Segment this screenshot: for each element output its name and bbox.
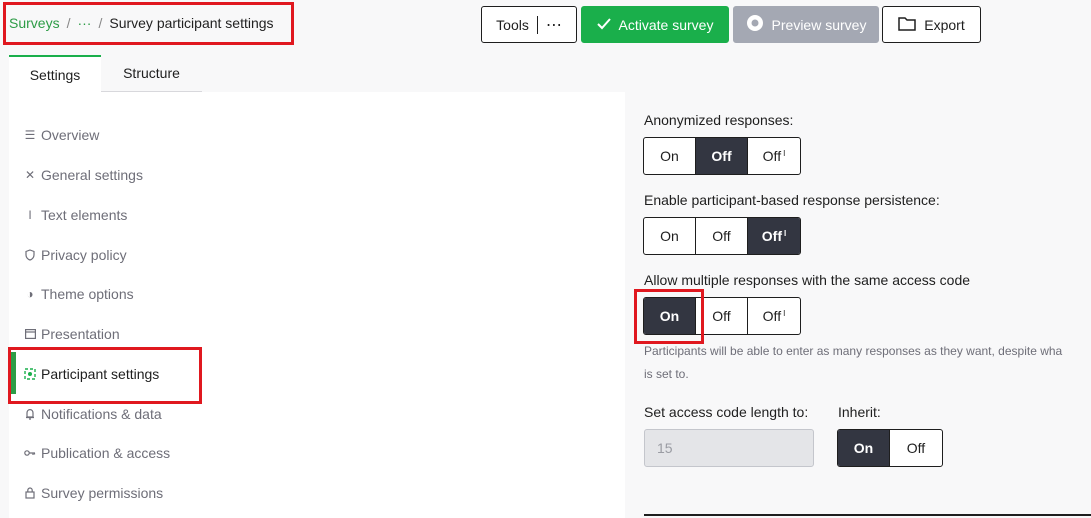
anonymized-responses-toggle: On Off Off I (643, 137, 801, 175)
shield-icon (24, 249, 36, 261)
sidebar-item-label: Text elements (41, 207, 128, 223)
tab-structure-label: Structure (123, 65, 180, 81)
overview-icon: ☰ (24, 128, 36, 142)
bell-icon (24, 408, 36, 420)
inherit-label: Inherit: (838, 404, 881, 420)
section-divider (644, 514, 1091, 516)
highlight-box-breadcrumb (3, 2, 294, 45)
sidebar-item-theme-options[interactable]: ◑ Theme options (24, 286, 134, 302)
inherit-marker: I (783, 228, 787, 238)
eye-icon (746, 14, 764, 35)
access-code-length-input[interactable]: 15 (644, 429, 814, 467)
sidebar-item-general-settings[interactable]: ✕ General settings (24, 167, 143, 183)
sidebar-item-label: Publication & access (41, 445, 171, 461)
multiple-responses-hint-continued: is set to. (644, 367, 689, 381)
sidebar-item-label: General settings (41, 167, 143, 183)
tools-divider (536, 15, 538, 34)
tab-structure[interactable]: Structure (101, 55, 202, 93)
sidebar-item-label: Notifications & data (41, 406, 162, 422)
tools-icon: ✕ (24, 168, 36, 182)
text-icon: I (28, 208, 32, 222)
highlight-box-participant-settings (8, 347, 202, 404)
response-persistence-toggle: On Off Off I (643, 217, 801, 255)
sidebar-item-text-elements[interactable]: I Text elements (24, 207, 127, 223)
key-icon (24, 449, 36, 457)
access-code-length-label: Set access code length to: (644, 404, 809, 420)
multiple-responses-hint: Participants will be able to enter as ma… (644, 344, 1063, 358)
inherit-marker: I (783, 308, 786, 318)
inherit-on-option[interactable]: On (838, 430, 890, 466)
sidebar-item-presentation[interactable]: Presentation (24, 326, 120, 342)
sidebar-item-publication-access[interactable]: Publication & access (24, 445, 170, 461)
sidebar-item-privacy-policy[interactable]: Privacy policy (24, 247, 127, 263)
sidebar-item-notifications-data[interactable]: Notifications & data (24, 406, 162, 422)
tab-settings[interactable]: Settings (9, 55, 101, 93)
highlight-box-multiple-on (634, 289, 704, 344)
anonymized-off-option[interactable]: Off (696, 138, 748, 174)
persistence-off-option[interactable]: Off (696, 218, 748, 254)
sidebar-item-label: Presentation (41, 326, 120, 342)
activate-survey-button[interactable]: Activate survey (581, 6, 729, 43)
sidebar-item-label: Survey permissions (41, 485, 164, 501)
multiple-responses-label: Allow multiple responses with the same a… (644, 272, 971, 288)
preview-survey-label: Preview survey (771, 16, 867, 33)
tab-settings-label: Settings (29, 67, 81, 83)
tools-button[interactable]: Tools ⋯ (481, 6, 577, 43)
inherit-toggle: On Off (837, 429, 943, 467)
lock-icon (24, 487, 36, 499)
presentation-icon (24, 329, 36, 339)
anonymized-responses-label: Anonymized responses: (644, 112, 794, 128)
check-icon (596, 17, 611, 33)
persistence-on-option[interactable]: On (644, 218, 696, 254)
inherit-marker: I (783, 148, 786, 158)
tools-label: Tools (496, 16, 529, 33)
activate-survey-label: Activate survey (618, 16, 714, 33)
sidebar-item-label: Privacy policy (41, 247, 127, 263)
multiple-inherit-option[interactable]: Off I (748, 298, 800, 334)
sidebar-item-label: Overview (41, 127, 100, 143)
anonymized-inherit-option[interactable]: Off I (748, 138, 800, 174)
anonymized-on-option[interactable]: On (644, 138, 696, 174)
sidebar-item-survey-permissions[interactable]: Survey permissions (24, 485, 163, 501)
persistence-inherit-option[interactable]: Off I (748, 218, 800, 254)
more-icon: ⋯ (545, 16, 562, 34)
export-label: Export (924, 16, 965, 33)
preview-survey-button[interactable]: Preview survey (733, 6, 879, 43)
sidebar-item-label: Theme options (41, 286, 134, 302)
folder-icon (898, 16, 917, 34)
export-button[interactable]: Export (882, 6, 981, 43)
response-persistence-label: Enable participant-based response persis… (644, 192, 940, 208)
sidebar-item-overview[interactable]: ☰ Overview (24, 127, 100, 143)
contrast-icon: ◑ (26, 287, 34, 301)
inherit-off-option[interactable]: Off (890, 430, 942, 466)
